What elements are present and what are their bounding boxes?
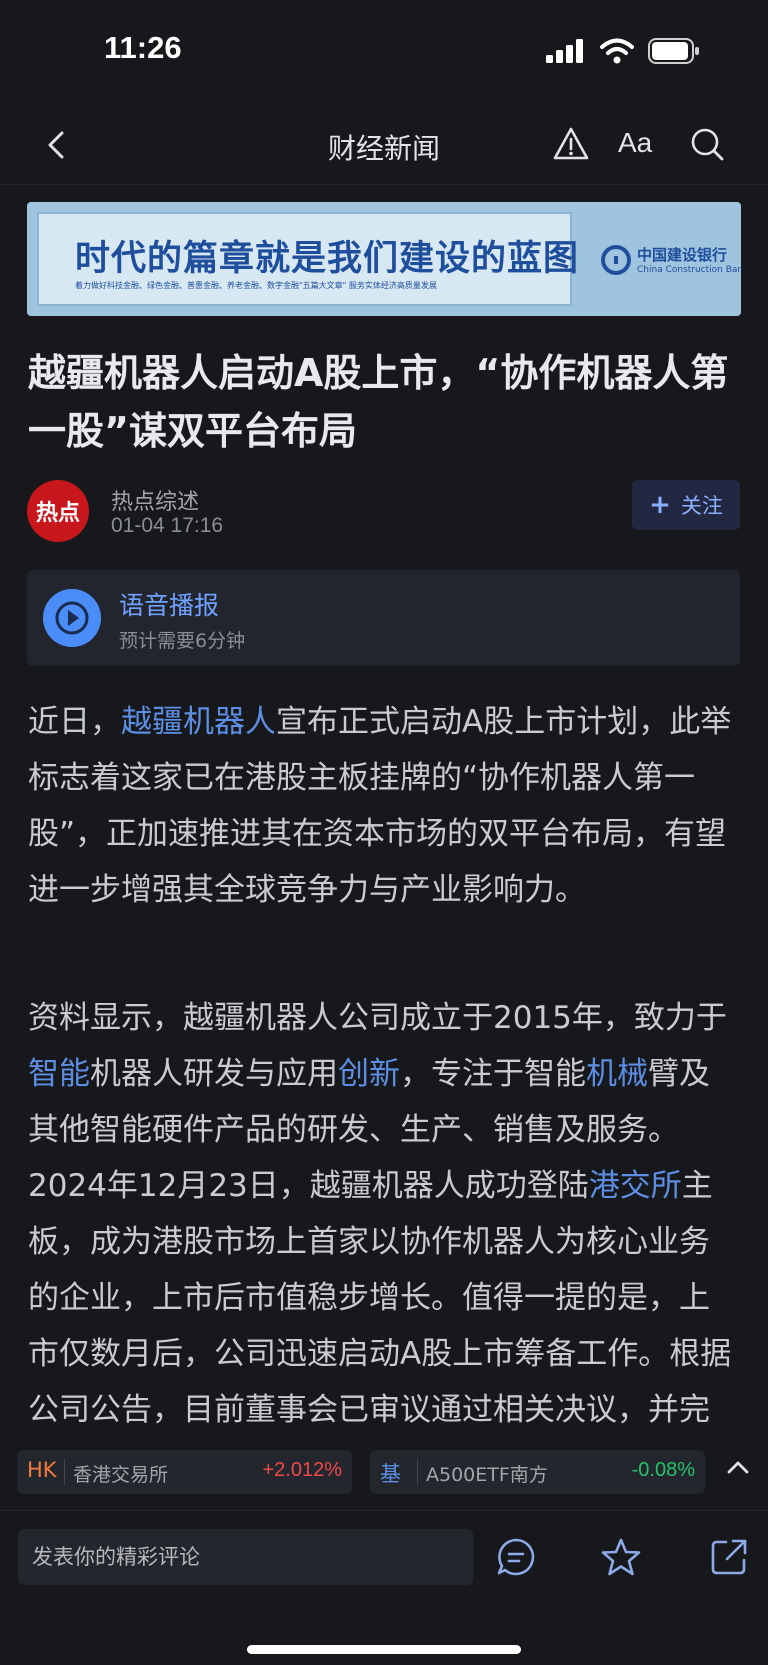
publish-time: 01-04 17:16 xyxy=(111,514,224,537)
ticker-code: 基 xyxy=(380,1462,401,1486)
text-run: ，专注于智能 xyxy=(400,1056,586,1092)
play-icon[interactable] xyxy=(43,589,101,647)
banner-subline: 着力做好科技金融、绿色金融、普惠金融、养老金融、数字金融"五篇大文章" 服务实体… xyxy=(75,281,437,290)
audio-broadcast-card[interactable]: 语音播报 预计需要6分钟 xyxy=(27,570,740,666)
ticker-change: +2.012% xyxy=(262,1459,342,1481)
nav-bar: 财经新闻 Aa xyxy=(0,105,768,185)
audio-title: 语音播报 xyxy=(119,591,220,620)
stock-ticker-bar: HK 香港交易所 +2.012% 基 A500ETF南方 -0.08% xyxy=(0,1436,768,1508)
ccb-logo-icon xyxy=(601,244,631,275)
home-indicator xyxy=(247,1645,521,1654)
article-title: 越疆机器人启动A股上市，“协作机器人第一股”谋双平台布局 xyxy=(28,351,729,453)
font-size-button[interactable]: Aa xyxy=(618,127,652,159)
star-favorite-icon[interactable] xyxy=(601,1537,641,1577)
ticker-name: A500ETF南方 xyxy=(426,1464,548,1486)
inline-link[interactable]: 港交所 xyxy=(589,1168,682,1204)
bank-brand: 中国建设银行 China Construction Bank xyxy=(601,244,741,275)
ticker-change: -0.08% xyxy=(631,1459,695,1481)
search-icon[interactable] xyxy=(688,125,726,163)
banner-frame: 时代的篇章就是我们建设的蓝图 着力做好科技金融、绿色金融、普惠金融、养老金融、数… xyxy=(37,212,578,306)
text-run: 近日， xyxy=(28,704,121,740)
audio-duration: 预计需要6分钟 xyxy=(119,630,246,652)
article-paragraph: 资料显示，越疆机器人公司成立于2015年，致力于智能机器人研发与应用创新，专注于… xyxy=(28,990,740,1494)
ticker-divider xyxy=(64,1459,65,1485)
inline-link[interactable]: 智能 xyxy=(28,1056,90,1092)
stock-ticker-hkex[interactable]: HK 香港交易所 +2.012% xyxy=(17,1450,352,1494)
banner-headline: 时代的篇章就是我们建设的蓝图 xyxy=(75,239,580,279)
ticker-code: HK xyxy=(27,1458,57,1482)
stock-ticker-etf[interactable]: 基 A500ETF南方 -0.08% xyxy=(370,1450,705,1494)
status-bar: 11:26 xyxy=(0,0,768,100)
follow-button[interactable]: + 关注 xyxy=(632,480,740,530)
page-title: 财经新闻 xyxy=(327,132,440,165)
bank-name-en: China Construction Bank xyxy=(637,265,741,275)
author-avatar[interactable]: 热点 xyxy=(27,480,89,542)
ticker-divider xyxy=(417,1459,418,1485)
status-icons xyxy=(546,38,700,64)
author-name[interactable]: 热点综述 xyxy=(111,484,199,516)
bottom-action-bar xyxy=(0,1510,768,1665)
wifi-icon xyxy=(600,38,634,64)
battery-icon xyxy=(648,38,699,64)
status-time: 11:26 xyxy=(104,30,182,65)
article-paragraph: 近日，越疆机器人宣布正式启动A股上市计划，此举标志着这家已在港股主板挂牌的“协作… xyxy=(28,694,740,918)
follow-label: 关注 xyxy=(680,494,723,518)
ad-banner[interactable]: 时代的篇章就是我们建设的蓝图 着力做好科技金融、绿色金融、普惠金融、养老金融、数… xyxy=(27,202,741,316)
ticker-name: 香港交易所 xyxy=(73,1464,169,1486)
inline-link[interactable]: 机械 xyxy=(586,1056,648,1092)
report-warning-icon[interactable] xyxy=(552,125,590,163)
text-run: 机器人研发与应用 xyxy=(90,1056,338,1092)
bank-name-cn: 中国建设银行 xyxy=(637,246,728,264)
inline-link[interactable]: 越疆机器人 xyxy=(121,704,276,740)
plus-icon: + xyxy=(649,490,671,520)
chevron-up-icon[interactable] xyxy=(722,1452,754,1484)
comment-input[interactable] xyxy=(18,1529,473,1585)
share-icon[interactable] xyxy=(709,1537,749,1577)
comment-icon[interactable] xyxy=(496,1537,536,1577)
cellular-signal-icon xyxy=(546,39,583,63)
text-run: 资料显示，越疆机器人公司成立于2015年，致力于 xyxy=(28,1000,727,1036)
inline-link[interactable]: 创新 xyxy=(338,1056,400,1092)
